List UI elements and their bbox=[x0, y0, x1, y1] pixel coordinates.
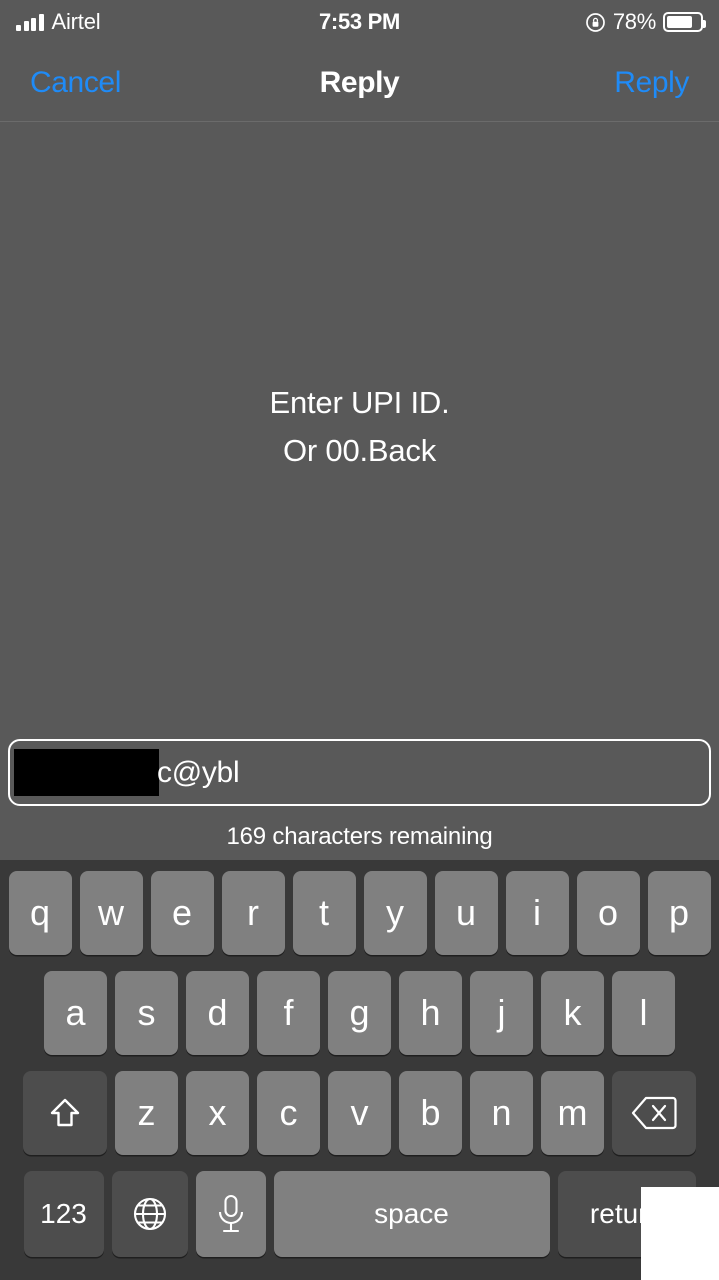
keyboard-row-1: qwertyuiop bbox=[0, 871, 719, 955]
status-bar-left: Airtel bbox=[16, 9, 319, 35]
key-v[interactable]: v bbox=[328, 1071, 391, 1155]
reply-input-container[interactable]: c@ybl bbox=[8, 739, 711, 806]
key-w[interactable]: w bbox=[79, 871, 143, 955]
battery-percent-label: 78% bbox=[612, 9, 657, 34]
key-m[interactable]: m bbox=[541, 1071, 604, 1155]
key-c[interactable]: c bbox=[257, 1071, 320, 1155]
message-body: Enter UPI ID. Or 00.Back bbox=[0, 123, 719, 730]
character-counter: 169 characters remaining bbox=[226, 823, 493, 850]
reply-button[interactable]: Reply bbox=[614, 66, 689, 100]
cancel-button[interactable]: Cancel bbox=[30, 66, 121, 100]
backspace-key[interactable] bbox=[612, 1071, 696, 1155]
key-u[interactable]: u bbox=[434, 871, 498, 955]
key-l[interactable]: l bbox=[612, 971, 675, 1055]
white-overlay-artifact bbox=[641, 1187, 719, 1280]
shift-arrow-icon bbox=[45, 1093, 85, 1133]
backspace-icon bbox=[631, 1095, 677, 1131]
reply-text-field[interactable]: c@ybl bbox=[8, 739, 711, 806]
key-s[interactable]: s bbox=[115, 971, 178, 1055]
status-bar-right: 78% bbox=[400, 9, 707, 35]
key-z[interactable]: z bbox=[115, 1071, 178, 1155]
reply-input-value: c@ybl bbox=[157, 755, 240, 789]
microphone-icon bbox=[213, 1192, 249, 1236]
phone-screen: Airtel 7:53 PM 78% Cancel Reply Reply En… bbox=[0, 0, 719, 1280]
key-h[interactable]: h bbox=[399, 971, 462, 1055]
key-x[interactable]: x bbox=[186, 1071, 249, 1155]
cellular-signal-icon bbox=[16, 13, 44, 31]
carrier-label: Airtel bbox=[51, 9, 101, 34]
key-k[interactable]: k bbox=[541, 971, 604, 1055]
clock-label: 7:53 PM bbox=[318, 9, 401, 34]
message-line-2: Or 00.Back bbox=[282, 432, 437, 468]
keyboard-row-4: 123 space return bbox=[0, 1171, 719, 1257]
space-key[interactable]: space bbox=[273, 1171, 550, 1257]
key-a[interactable]: a bbox=[44, 971, 107, 1055]
rotation-lock-icon bbox=[585, 12, 606, 33]
keyboard-row-3: zxcvbnm bbox=[0, 1071, 719, 1155]
key-n[interactable]: n bbox=[470, 1071, 533, 1155]
key-j[interactable]: j bbox=[470, 971, 533, 1055]
key-f[interactable]: f bbox=[257, 971, 320, 1055]
redaction-overlay bbox=[14, 749, 159, 796]
numeric-mode-key[interactable]: 123 bbox=[23, 1171, 104, 1257]
keyboard-row-2: asdfghjkl bbox=[0, 971, 719, 1055]
key-q[interactable]: q bbox=[8, 871, 72, 955]
battery-icon bbox=[663, 12, 707, 32]
key-r[interactable]: r bbox=[221, 871, 285, 955]
key-o[interactable]: o bbox=[576, 871, 640, 955]
key-p[interactable]: p bbox=[647, 871, 711, 955]
key-i[interactable]: i bbox=[505, 871, 569, 955]
key-b[interactable]: b bbox=[399, 1071, 462, 1155]
shift-key[interactable] bbox=[23, 1071, 107, 1155]
key-d[interactable]: d bbox=[186, 971, 249, 1055]
status-bar-center: 7:53 PM bbox=[319, 9, 400, 35]
key-e[interactable]: e bbox=[150, 871, 214, 955]
on-screen-keyboard: qwertyuiop asdfghjkl zxcvbnm 123 space r… bbox=[0, 860, 719, 1280]
dictation-key[interactable] bbox=[195, 1171, 266, 1257]
status-bar: Airtel 7:53 PM 78% bbox=[0, 0, 719, 44]
navigation-bar: Cancel Reply Reply bbox=[0, 44, 719, 122]
key-g[interactable]: g bbox=[328, 971, 391, 1055]
globe-key[interactable] bbox=[111, 1171, 188, 1257]
key-t[interactable]: t bbox=[292, 871, 356, 955]
globe-icon bbox=[130, 1194, 170, 1234]
message-line-1: Enter UPI ID. bbox=[269, 385, 450, 421]
key-y[interactable]: y bbox=[363, 871, 427, 955]
